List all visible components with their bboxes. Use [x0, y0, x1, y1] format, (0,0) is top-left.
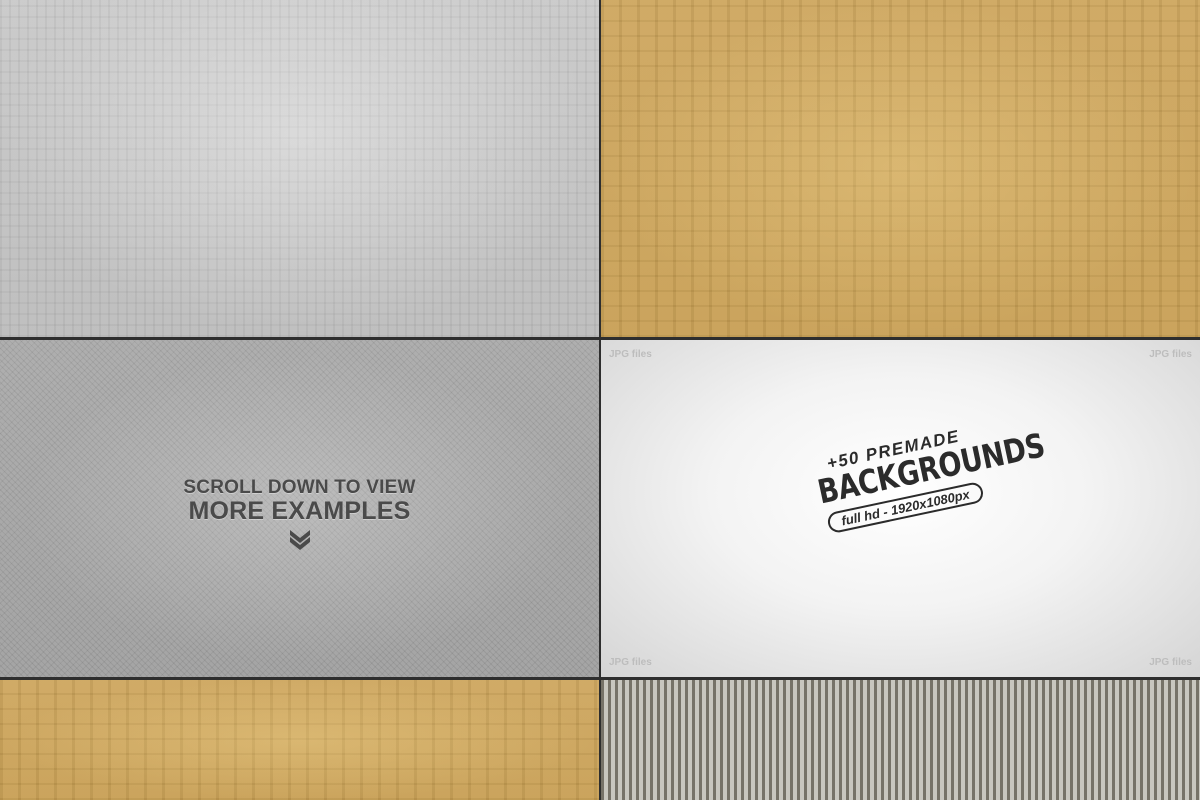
- corner-label-bottom-left: JPG files: [609, 657, 652, 668]
- striped-texture-tile: [601, 680, 1200, 800]
- product-badge: +50 PREMADE BACKGROUNDS full hd - 1920x1…: [794, 421, 1048, 600]
- corner-label-top-right: JPG files: [1149, 349, 1192, 360]
- double-chevron-down-icon: [289, 530, 310, 550]
- scroll-hint-line1: SCROLL DOWN TO VIEW: [183, 477, 416, 498]
- gold-texture-tile-bottom: [0, 680, 599, 800]
- gold-texture-tile: [601, 0, 1200, 337]
- background-preview-grid: SCROLL DOWN TO VIEW MORE EXAMPLES JPG fi…: [0, 0, 1200, 800]
- scroll-hint-tile: SCROLL DOWN TO VIEW MORE EXAMPLES: [0, 340, 599, 677]
- corner-label-bottom-right: JPG files: [1149, 657, 1192, 668]
- scroll-hint: SCROLL DOWN TO VIEW MORE EXAMPLES: [0, 478, 599, 550]
- silver-texture-tile: [0, 0, 599, 337]
- product-badge-tile: JPG files JPG files JPG files JPG files …: [601, 340, 1200, 677]
- corner-label-top-left: JPG files: [609, 349, 652, 360]
- scroll-hint-line2: MORE EXAMPLES: [188, 497, 411, 525]
